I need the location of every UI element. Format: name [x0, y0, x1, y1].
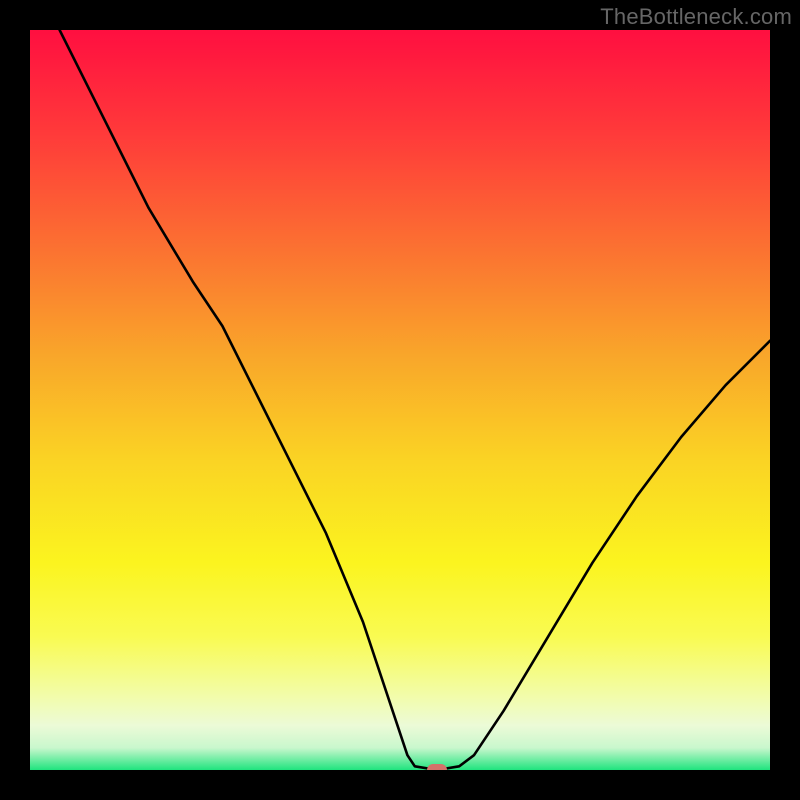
gradient-background — [30, 30, 770, 770]
chart-frame: TheBottleneck.com — [0, 0, 800, 800]
plot-area — [30, 30, 770, 770]
chart-svg — [30, 30, 770, 770]
current-value-marker — [427, 764, 447, 770]
watermark-text: TheBottleneck.com — [600, 4, 792, 30]
